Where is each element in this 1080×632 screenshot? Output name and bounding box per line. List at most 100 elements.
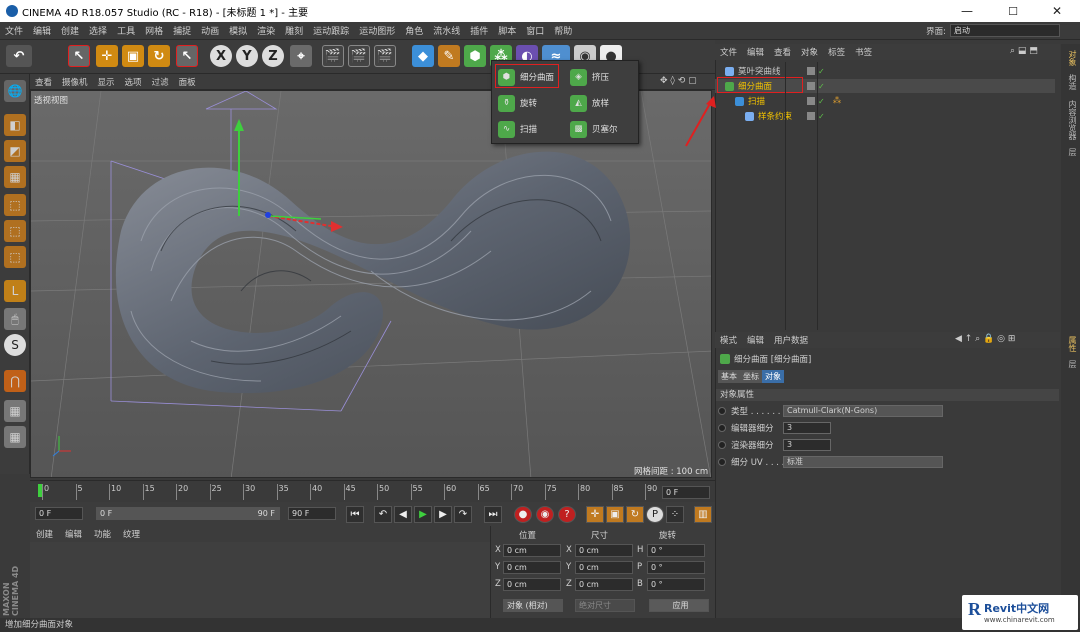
play-icon[interactable]: ▶ [414,506,432,523]
recent-tool-icon[interactable]: ↖ [176,45,198,67]
cube-icon[interactable]: ◆ [412,45,434,67]
material-menu-item-2[interactable]: 功能 [88,528,117,540]
snap-icon[interactable]: S [4,334,26,356]
go-to-end-icon[interactable]: ⏭ [484,506,502,523]
object-menu-item-2[interactable]: 查看 [769,46,796,58]
position-key-icon[interactable]: ✛ [586,506,604,523]
viewport-menu-item-2[interactable]: 显示 [93,76,120,88]
magnet-icon[interactable]: ⋂ [4,370,26,392]
maximize-button[interactable]: ☐ [990,0,1036,22]
material-menu-item-1[interactable]: 编辑 [59,528,88,540]
attribute-menu-item-0[interactable]: 模式 [715,334,742,346]
side-tab-objects[interactable]: 对象 [1064,50,1078,66]
menu-item-3[interactable]: 选择 [84,24,112,37]
start-frame-field[interactable]: 0 F [35,507,83,520]
material-menu-item-0[interactable]: 创建 [30,528,59,540]
rotate-icon[interactable]: ↻ [148,45,170,67]
make-editable-icon[interactable]: 🌐 [4,80,26,102]
x-axis-button[interactable]: X [210,45,232,67]
side-tab-structure[interactable]: 构造 [1064,74,1078,90]
pla-key-icon[interactable]: ⁘ [666,506,684,523]
next-frame-icon[interactable]: ▶ [434,506,452,523]
viewport-menu-item-0[interactable]: 查看 [30,76,57,88]
record-icon[interactable]: ● [514,506,532,523]
visibility-toggle-icon[interactable] [807,67,815,75]
visibility-toggle-icon[interactable] [807,112,815,120]
coord-field[interactable]: 0 cm [575,561,633,574]
side-tab-content-browser[interactable]: 内容浏览器 [1064,100,1078,140]
attribute-value-field[interactable]: Catmull-Clark(N-Gons) [783,405,943,417]
subdivision-surface-tool-icon[interactable]: ⬢ [464,45,486,67]
menu-item-13[interactable]: 角色 [400,24,428,37]
object-row[interactable]: 扫描 ✓ ⁂ [715,94,841,108]
scale-key-icon[interactable]: ▣ [606,506,624,523]
viewport-menu-item-1[interactable]: 摄像机 [57,76,93,88]
animate-radio-icon[interactable] [718,424,726,432]
menu-item-15[interactable]: 插件 [465,24,493,37]
popup-item-bezier[interactable]: ▩ 贝塞尔 [570,118,618,140]
workplane-mode-icon[interactable]: ▦ [4,166,26,188]
coord-field[interactable]: 0 ° [647,561,705,574]
previous-key-icon[interactable]: ↶ [374,506,392,523]
coord-field[interactable]: 0 cm [503,561,561,574]
attribute-nav-icons[interactable]: ◀ ↑ ⌕ 🔒 ◎ ⊞ [955,334,1015,344]
timeline[interactable]: 0 5 10 15 20 25 30 35 40 45 50 55 60 65 70 75 80 85 90 0 F [30,480,715,502]
rotation-key-icon[interactable]: ↻ [626,506,644,523]
viewport-menu-item-5[interactable]: 面板 [174,76,201,88]
coord-field[interactable]: 0 ° [647,578,705,591]
coord-field[interactable]: 0 cm [575,578,633,591]
points-mode-icon[interactable]: ⬚ [4,194,26,216]
animate-radio-icon[interactable] [718,458,726,466]
layout-dropdown[interactable]: 启动 [950,24,1060,37]
side-tab-layer[interactable]: 层 [1064,360,1078,368]
undo-icon[interactable]: ↶ [6,45,32,67]
animate-radio-icon[interactable] [718,441,726,449]
locked-workplane-icon[interactable]: ▦ [4,426,26,448]
move-icon[interactable]: ✛ [96,45,118,67]
menu-item-0[interactable]: 文件 [0,24,28,37]
popup-item-extrude[interactable]: ◈ 挤压 [570,66,609,88]
menu-item-4[interactable]: 工具 [112,24,140,37]
render-view-icon[interactable]: 🎬 [322,45,344,67]
scale-icon[interactable]: ▣ [122,45,144,67]
z-axis-button[interactable]: Z [262,45,284,67]
object-menu-item-4[interactable]: 标签 [823,46,850,58]
enable-check-icon[interactable]: ✓ [818,112,825,121]
close-button[interactable]: ✕ [1034,0,1080,22]
menu-item-16[interactable]: 脚本 [493,24,521,37]
coord-mode-dropdown[interactable]: 对象 (相对) [503,599,563,612]
apply-button[interactable]: 应用 [649,599,709,612]
viewport-menu-item-4[interactable]: 过滤 [147,76,174,88]
side-tab-layers[interactable]: 层 [1064,148,1078,156]
object-menu-item-0[interactable]: 文件 [715,46,742,58]
coord-field[interactable]: 0 cm [503,544,561,557]
phong-tag-icon[interactable]: ⁂ [833,96,842,106]
visibility-toggle-icon[interactable] [807,82,815,90]
tweak-mode-icon[interactable]: 🖱 [4,308,26,330]
render-picture-icon[interactable]: 🎬 [348,45,370,67]
coordinate-system-icon[interactable]: ⌖ [290,45,312,67]
material-manager[interactable] [30,542,490,618]
y-axis-button[interactable]: Y [236,45,258,67]
current-frame-field[interactable]: 0 F [662,486,710,499]
object-row[interactable]: 莫叶突曲线 ✓ [715,64,825,78]
object-menu-item-1[interactable]: 编辑 [742,46,769,58]
menu-item-9[interactable]: 渲染 [252,24,280,37]
attribute-value-field[interactable]: 标准 [783,456,943,468]
enable-check-icon[interactable]: ✓ [818,97,825,106]
render-settings-icon[interactable]: 🎬 [374,45,396,67]
go-to-start-icon[interactable]: ⏮ [346,506,364,523]
tab-basic[interactable]: 基本 [718,370,740,383]
polygons-mode-icon[interactable]: ⬚ [4,246,26,268]
object-search-icons[interactable]: ⌕ ⬓ ⬒ [1010,46,1038,56]
menu-item-18[interactable]: 帮助 [549,24,577,37]
attribute-menu-item-2[interactable]: 用户数据 [769,334,813,346]
viewport-nav-icons[interactable]: ✥ ◊ ⟲ ▢ [660,76,697,86]
animate-radio-icon[interactable] [718,407,726,415]
menu-item-7[interactable]: 动画 [196,24,224,37]
attribute-value-field[interactable]: 3 [783,439,831,451]
menu-item-11[interactable]: 运动跟踪 [308,24,354,37]
perspective-viewport[interactable] [30,90,712,478]
attribute-value-field[interactable]: 3 [783,422,831,434]
model-mode-icon[interactable]: ◧ [4,114,26,136]
